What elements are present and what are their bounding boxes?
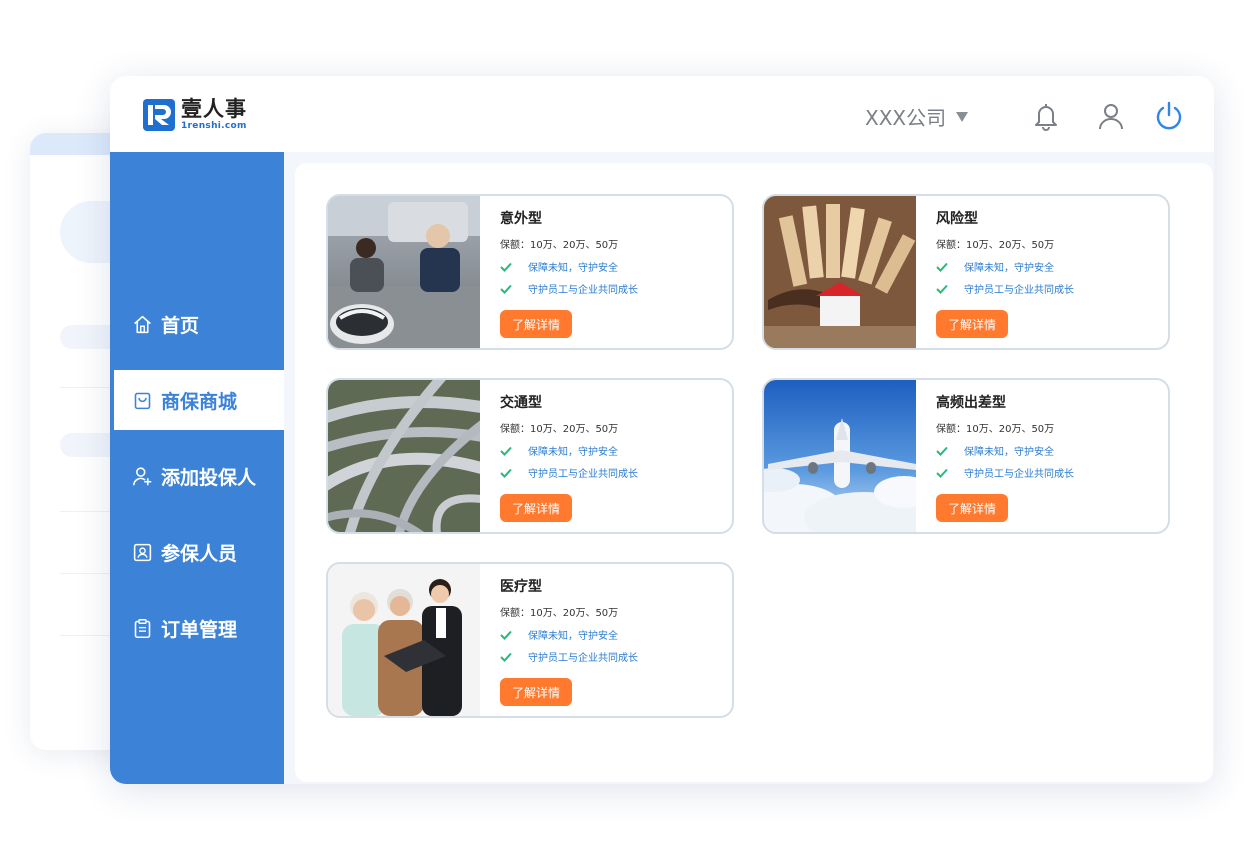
- logo[interactable]: 壹人事 1renshi.com: [143, 99, 247, 131]
- product-feature-text: 守护员工与企业共同成长: [528, 285, 638, 296]
- sidebar: 首页 商保商城 添加投保人 参保人员 订单管理: [110, 152, 284, 784]
- app-window: 壹人事 1renshi.com XXX公司 首页 商保商城 添加投保人 参保人员…: [110, 76, 1214, 784]
- sidebar-item-home[interactable]: 首页: [110, 294, 284, 354]
- shopping-bag-icon: [134, 392, 151, 409]
- product-image-business-travel: [764, 380, 916, 532]
- check-icon: [936, 446, 948, 456]
- check-icon: [500, 446, 512, 456]
- sidebar-item-orders[interactable]: 订单管理: [110, 598, 284, 658]
- learn-more-button[interactable]: 了解详情: [500, 494, 572, 522]
- sidebar-item-label: 商保商城: [161, 390, 238, 413]
- product-image-traffic: [328, 380, 480, 532]
- caret-down-icon: [956, 111, 969, 122]
- product-info: 医疗型 保额：10万、20万、50万 保障未知，守护安全 守护员工与企业共同成长…: [480, 564, 732, 716]
- top-header: 壹人事 1renshi.com XXX公司: [110, 76, 1214, 152]
- elderly-couple-advisor-image: [328, 564, 480, 716]
- product-image-medical: [328, 564, 480, 716]
- check-icon: [500, 652, 512, 662]
- blocks-house-image: [764, 196, 916, 348]
- product-feature-text: 保障未知，守护安全: [528, 263, 618, 274]
- product-card-traffic[interactable]: 交通型 保额：10万、20万、50万 保障未知，守护安全 守护员工与企业共同成长…: [326, 378, 734, 534]
- check-icon: [500, 284, 512, 294]
- company-name: XXX公司: [865, 106, 947, 130]
- bell-icon[interactable]: [1030, 100, 1062, 132]
- product-info: 风险型 保额：10万、20万、50万 保障未知，守护安全 守护员工与企业共同成长…: [916, 196, 1168, 348]
- sidebar-item-shop[interactable]: 商保商城: [114, 370, 284, 430]
- main-content: 意外型 保额：10万、20万、50万 保障未知，守护安全 守护员工与企业共同成长…: [295, 163, 1213, 782]
- airplane-sky-image: [764, 380, 916, 532]
- product-coverage: 保额：10万、20万、50万: [500, 240, 619, 251]
- id-card-icon: [133, 543, 152, 561]
- power-icon[interactable]: [1153, 100, 1185, 132]
- product-card-accident[interactable]: 意外型 保额：10万、20万、50万 保障未知，守护安全 守护员工与企业共同成长…: [326, 194, 734, 350]
- check-icon: [500, 468, 512, 478]
- product-feature-text: 保障未知，守护安全: [964, 447, 1054, 458]
- check-icon: [936, 468, 948, 478]
- learn-more-button[interactable]: 了解详情: [936, 310, 1008, 338]
- home-icon: [134, 315, 151, 333]
- product-feature-text: 保障未知，守护安全: [528, 447, 618, 458]
- product-feature-text: 保障未知，守护安全: [964, 263, 1054, 274]
- logo-chinese-name: 壹人事: [181, 97, 247, 121]
- product-title: 医疗型: [500, 579, 542, 595]
- product-feature: 守护员工与企业共同成长: [500, 465, 732, 480]
- logo-mark-icon: [143, 99, 175, 131]
- product-card-risk[interactable]: 风险型 保额：10万、20万、50万 保障未知，守护安全 守护员工与企业共同成长…: [762, 194, 1170, 350]
- user-icon[interactable]: [1095, 100, 1127, 132]
- product-coverage: 保额：10万、20万、50万: [500, 608, 619, 619]
- product-feature: 保障未知，守护安全: [500, 443, 732, 458]
- product-title: 风险型: [936, 211, 978, 227]
- product-feature: 守护员工与企业共同成长: [936, 465, 1168, 480]
- product-title: 高频出差型: [936, 395, 1006, 411]
- product-title: 意外型: [500, 211, 542, 227]
- learn-more-button[interactable]: 了解详情: [500, 678, 572, 706]
- stage: 壹人事 1renshi.com XXX公司 首页 商保商城 添加投保人 参保人员…: [0, 0, 1244, 860]
- check-icon: [500, 630, 512, 640]
- product-feature: 守护员工与企业共同成长: [936, 281, 1168, 296]
- sidebar-item-label: 首页: [161, 314, 200, 337]
- product-image-accident: [328, 196, 480, 348]
- logo-domain: 1renshi.com: [181, 121, 247, 131]
- check-icon: [936, 284, 948, 294]
- sidebar-item-label: 参保人员: [161, 542, 238, 565]
- product-feature: 保障未知，守护安全: [936, 443, 1168, 458]
- product-card-business-travel[interactable]: 高频出差型 保额：10万、20万、50万 保障未知，守护安全 守护员工与企业共同…: [762, 378, 1170, 534]
- clipboard-icon: [134, 618, 151, 638]
- product-feature-text: 守护员工与企业共同成长: [964, 285, 1074, 296]
- sidebar-item-add-insurer[interactable]: 添加投保人: [110, 446, 284, 506]
- add-user-icon: [132, 466, 152, 485]
- product-info: 高频出差型 保额：10万、20万、50万 保障未知，守护安全 守护员工与企业共同…: [916, 380, 1168, 532]
- product-feature-text: 守护员工与企业共同成长: [528, 469, 638, 480]
- accident-scene-image: [328, 196, 480, 348]
- product-feature-text: 保障未知，守护安全: [528, 631, 618, 642]
- sidebar-item-label: 订单管理: [161, 618, 238, 641]
- product-title: 交通型: [500, 395, 542, 411]
- learn-more-button[interactable]: 了解详情: [500, 310, 572, 338]
- logo-text: 壹人事 1renshi.com: [181, 99, 247, 131]
- product-feature-text: 守护员工与企业共同成长: [964, 469, 1074, 480]
- product-image-risk: [764, 196, 916, 348]
- product-coverage: 保额：10万、20万、50万: [936, 240, 1055, 251]
- product-feature: 守护员工与企业共同成长: [500, 281, 732, 296]
- check-icon: [500, 262, 512, 272]
- sidebar-item-label: 添加投保人: [161, 466, 257, 489]
- company-selector[interactable]: XXX公司: [865, 102, 969, 131]
- product-coverage: 保额：10万、20万、50万: [500, 424, 619, 435]
- highway-interchange-image: [328, 380, 480, 532]
- sidebar-item-insured-staff[interactable]: 参保人员: [110, 522, 284, 582]
- product-info: 交通型 保额：10万、20万、50万 保障未知，守护安全 守护员工与企业共同成长…: [480, 380, 732, 532]
- product-feature-text: 守护员工与企业共同成长: [528, 653, 638, 664]
- product-feature: 守护员工与企业共同成长: [500, 649, 732, 664]
- product-coverage: 保额：10万、20万、50万: [936, 424, 1055, 435]
- product-feature: 保障未知，守护安全: [936, 259, 1168, 274]
- product-feature: 保障未知，守护安全: [500, 627, 732, 642]
- product-info: 意外型 保额：10万、20万、50万 保障未知，守护安全 守护员工与企业共同成长…: [480, 196, 732, 348]
- product-card-medical[interactable]: 医疗型 保额：10万、20万、50万 保障未知，守护安全 守护员工与企业共同成长…: [326, 562, 734, 718]
- product-feature: 保障未知，守护安全: [500, 259, 732, 274]
- learn-more-button[interactable]: 了解详情: [936, 494, 1008, 522]
- check-icon: [936, 262, 948, 272]
